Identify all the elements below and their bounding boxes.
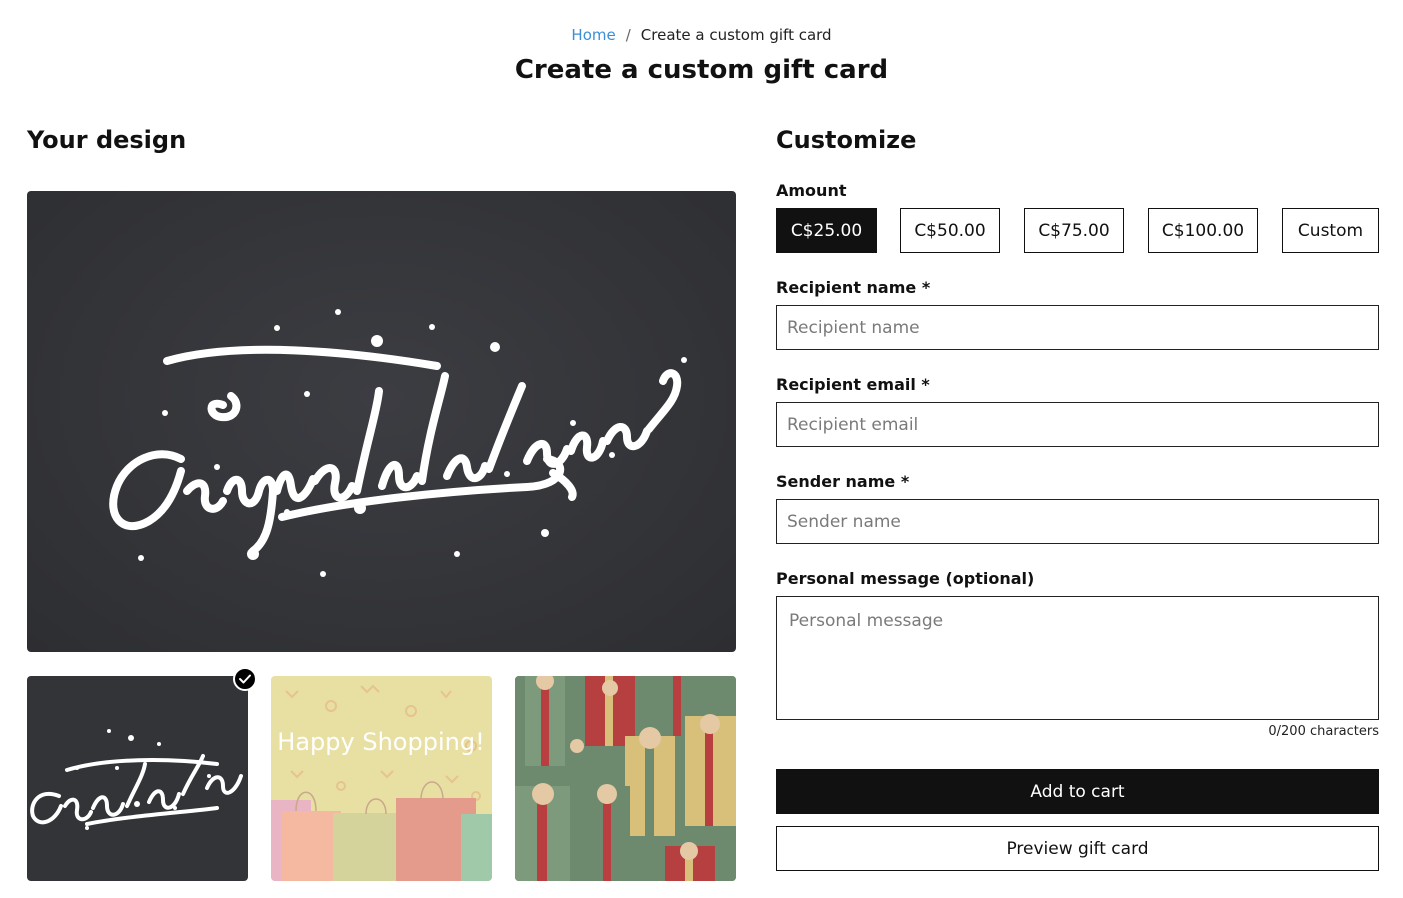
- amount-option-25[interactable]: C$25.00: [776, 208, 877, 253]
- preview-gift-card-button[interactable]: Preview gift card: [776, 826, 1379, 871]
- amount-option-custom[interactable]: Custom: [1282, 208, 1379, 253]
- sender-name-input[interactable]: [776, 499, 1379, 544]
- amount-option-50[interactable]: C$50.00: [900, 208, 1000, 253]
- gift-boxes-artwork: [515, 676, 736, 881]
- breadcrumb: Home / Create a custom gift card: [0, 26, 1403, 44]
- design-thumbnail-happy-shopping[interactable]: Happy Shopping!: [271, 676, 492, 881]
- customize-heading: Customize: [776, 126, 917, 154]
- design-thumbnail-gift-boxes[interactable]: [515, 676, 736, 881]
- selected-check-icon: [233, 667, 257, 691]
- personal-message-label: Personal message (optional): [776, 569, 1035, 588]
- breadcrumb-separator: /: [625, 26, 631, 44]
- message-character-counter: 0/200 characters: [1268, 724, 1379, 739]
- amount-label: Amount: [776, 181, 847, 200]
- personal-message-input[interactable]: [776, 596, 1379, 720]
- your-design-heading: Your design: [27, 126, 187, 154]
- gift-card-preview: [27, 191, 736, 652]
- recipient-email-label: Recipient email *: [776, 375, 930, 394]
- amount-option-100[interactable]: C$100.00: [1148, 208, 1258, 253]
- recipient-email-input[interactable]: [776, 402, 1379, 447]
- page-title: Create a custom gift card: [514, 55, 889, 85]
- happy-shopping-text: Happy Shopping!: [277, 728, 484, 756]
- design-thumbnail-congratulations[interactable]: [27, 676, 248, 881]
- amount-option-75[interactable]: C$75.00: [1024, 208, 1124, 253]
- congratulations-artwork: [109, 309, 687, 577]
- sender-name-label: Sender name *: [776, 472, 910, 491]
- happy-shopping-artwork: Happy Shopping!: [271, 684, 492, 881]
- recipient-name-label: Recipient name *: [776, 278, 931, 297]
- recipient-name-input[interactable]: [776, 305, 1379, 350]
- congratulations-thumbnail-artwork: [30, 729, 243, 830]
- add-to-cart-button[interactable]: Add to cart: [776, 769, 1379, 814]
- breadcrumb-current: Create a custom gift card: [640, 26, 832, 44]
- breadcrumb-home-link[interactable]: Home: [571, 26, 615, 44]
